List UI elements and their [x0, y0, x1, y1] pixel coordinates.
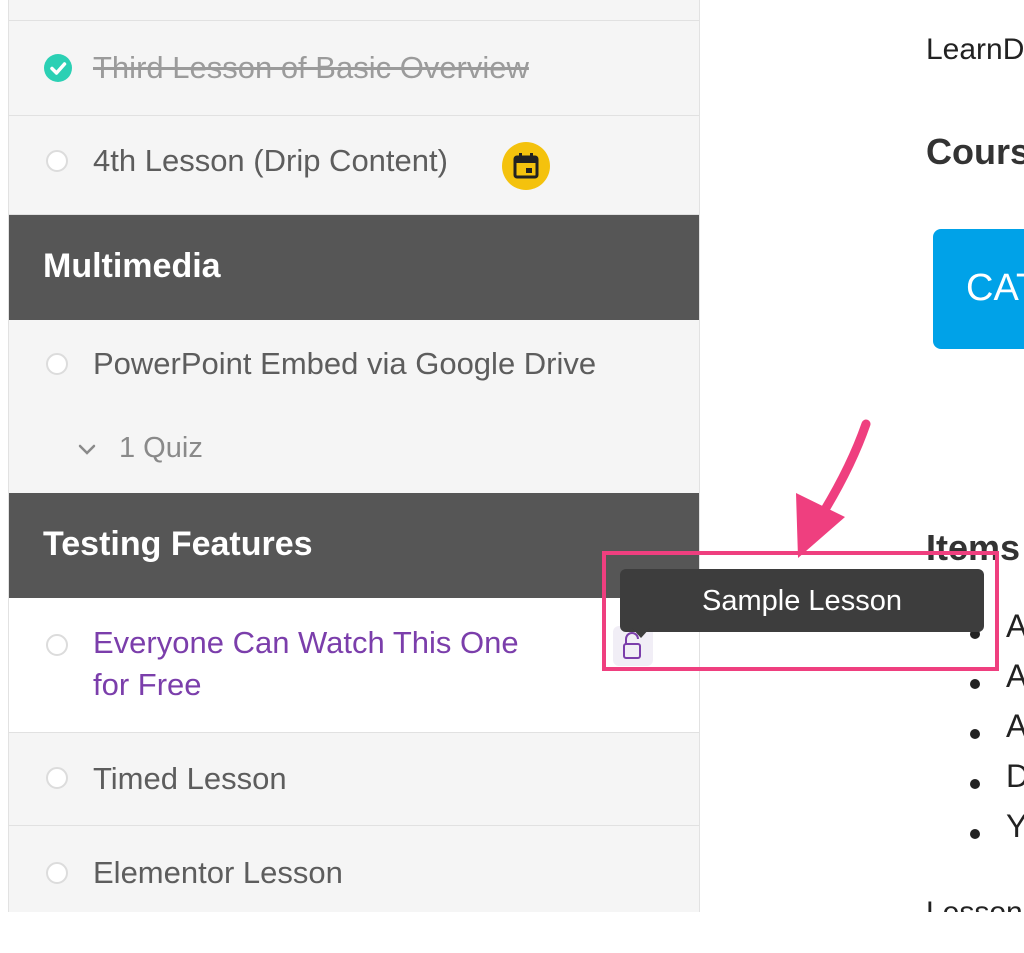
annotation-arrow-icon — [796, 419, 871, 558]
